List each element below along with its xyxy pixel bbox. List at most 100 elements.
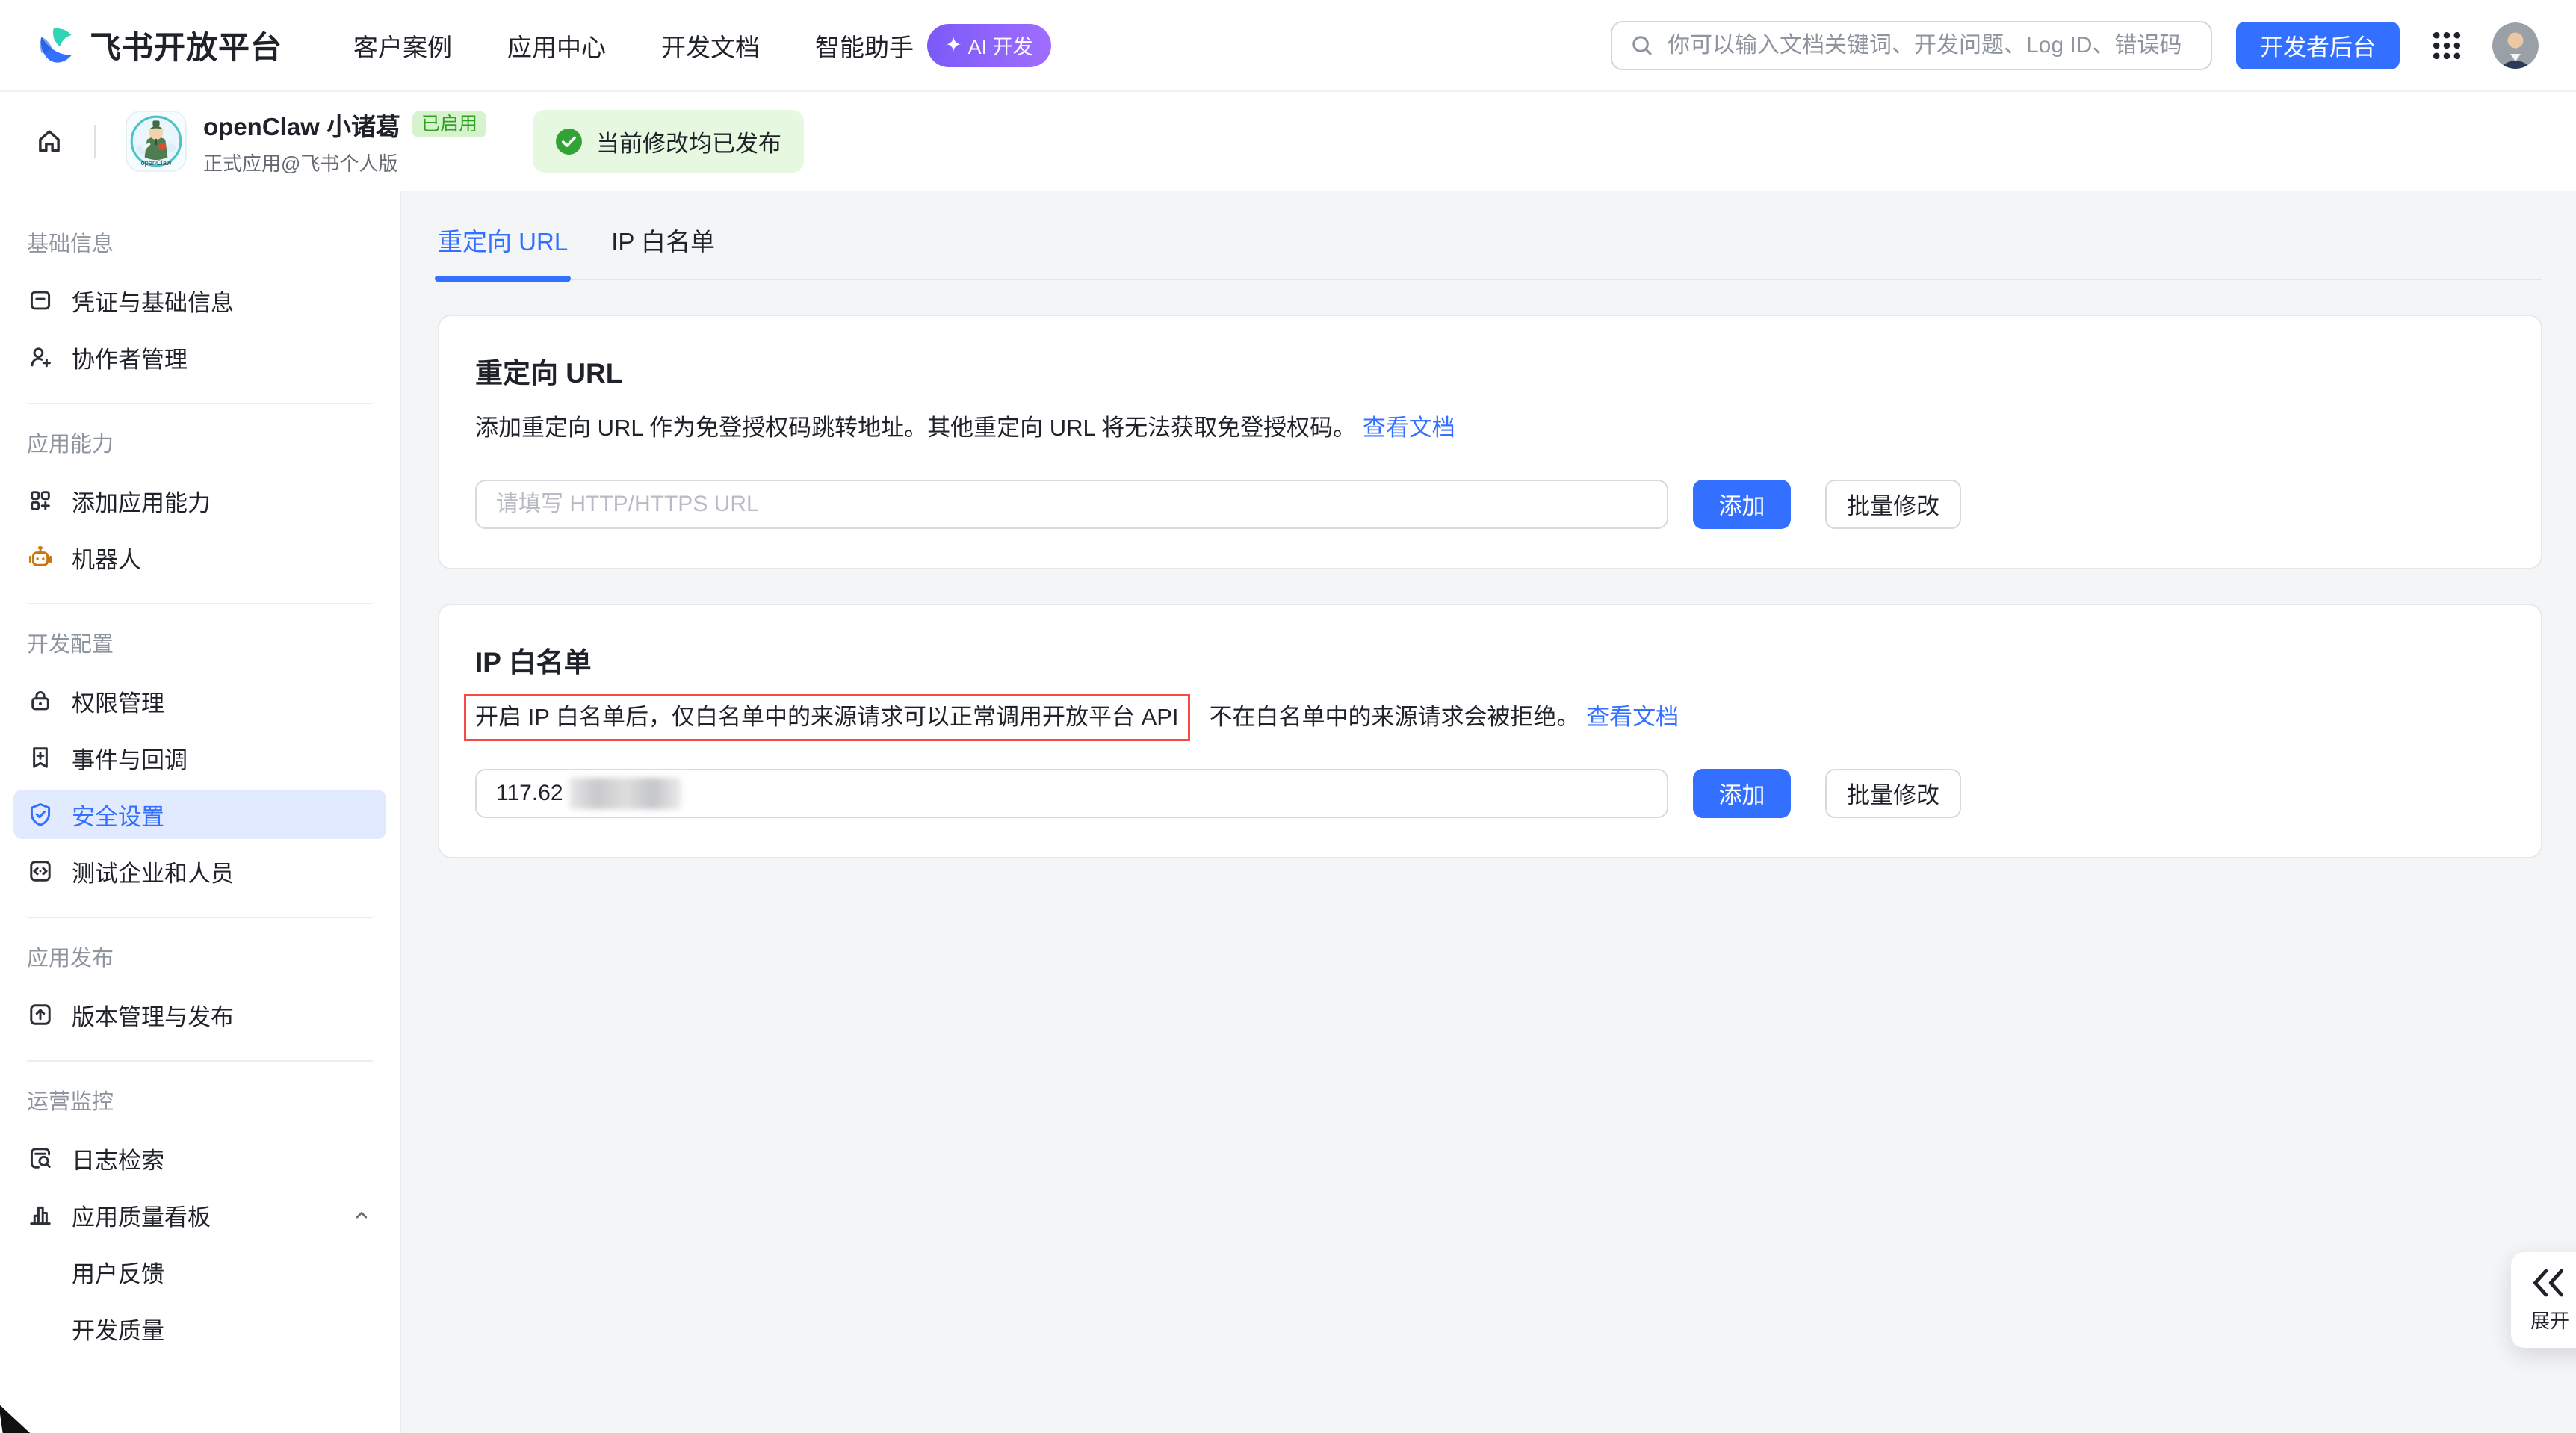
redirect-card-description: 添加重定向 URL 作为免登授权码跳转地址。其他重定向 URL 将无法获取免登授… — [475, 412, 2505, 445]
sidebar-item-log-search[interactable]: 日志检索 — [13, 1133, 386, 1183]
apps-grid-icon[interactable] — [2430, 28, 2464, 63]
person-add-icon — [27, 344, 54, 371]
ip-doc-link[interactable]: 查看文档 — [1586, 704, 1679, 730]
sidebar-item-user-feedback[interactable]: 用户反馈 — [13, 1247, 386, 1296]
sidebar-item-credentials[interactable]: 凭证与基础信息 — [13, 276, 386, 325]
top-nav-links: 客户案例 应用中心 开发文档 智能助手 ✦ AI 开发 — [353, 24, 1051, 67]
app-name: openClaw 小诸葛 — [203, 107, 400, 143]
highlighted-description-red-box: 开启 IP 白名单后，仅白名单中的来源请求可以正常调用开放平台 API — [464, 694, 1190, 741]
sidebar-section-dev-config: 开发配置 — [27, 627, 373, 658]
sidebar-item-label: 机器人 — [72, 541, 141, 575]
global-search[interactable] — [1611, 21, 2212, 70]
sidebar-item-label: 日志检索 — [72, 1142, 164, 1175]
main-content: 重定向 URL IP 白名单 重定向 URL 添加重定向 URL 作为免登授权码… — [401, 191, 2576, 1433]
ip-whitelist-card: IP 白名单 开启 IP 白名单后，仅白名单中的来源请求可以正常调用开放平台 A… — [438, 604, 2542, 858]
sidebar-section-release: 应用发布 — [27, 941, 373, 972]
app-avatar-caption: openClaw — [141, 159, 172, 167]
ip-input-row: 117.62 添加 批量修改 — [475, 769, 2505, 818]
sidebar-item-collaborators[interactable]: 协作者管理 — [13, 332, 386, 382]
sidebar-item-label: 用户反馈 — [72, 1255, 164, 1289]
ip-add-button[interactable]: 添加 — [1693, 769, 1791, 818]
developer-console-button[interactable]: 开发者后台 — [2236, 22, 2400, 69]
ip-batch-edit-button[interactable]: 批量修改 — [1825, 769, 1961, 818]
sidebar-item-label: 添加应用能力 — [72, 484, 211, 518]
upload-square-icon — [27, 1001, 54, 1028]
sidebar-divider — [27, 603, 373, 604]
feishu-logo[interactable]: 飞书开放平台 — [37, 22, 282, 68]
app-subtitle: 正式应用@飞书个人版 — [203, 149, 486, 176]
search-icon — [1629, 32, 1656, 59]
sidebar-item-security-settings[interactable]: 安全设置 — [13, 790, 386, 839]
redirect-description-text: 添加重定向 URL 作为免登授权码跳转地址。其他重定向 URL 将无法获取免登授… — [475, 415, 1356, 441]
sidebar-item-bot[interactable]: 机器人 — [13, 533, 386, 582]
nav-link-ai-assistant[interactable]: 智能助手 — [815, 28, 914, 64]
ip-input-value: 117.62 — [496, 781, 563, 806]
sidebar-divider — [27, 403, 373, 404]
feishu-open-platform-page: 飞书开放平台 客户案例 应用中心 开发文档 智能助手 ✦ AI 开发 开发者 — [0, 0, 2576, 1433]
nav-link-dev-docs[interactable]: 开发文档 — [661, 28, 760, 64]
ip-card-title: IP 白名单 — [475, 640, 2505, 680]
double-chevron-left-icon — [2530, 1267, 2566, 1299]
app-avatar: openClaw — [126, 111, 187, 172]
ai-dev-badge[interactable]: ✦ AI 开发 — [927, 24, 1051, 67]
expand-panel-button[interactable]: 展开 — [2511, 1252, 2576, 1348]
redirect-url-input[interactable] — [475, 480, 1668, 529]
sidebar-item-test-company[interactable]: 测试企业和人员 — [13, 847, 386, 896]
sidebar-item-label: 安全设置 — [72, 798, 164, 832]
sidebar-item-label: 开发质量 — [72, 1312, 164, 1346]
sidebar-item-permissions[interactable]: 权限管理 — [13, 676, 386, 725]
sidebar-item-add-capability[interactable]: 添加应用能力 — [13, 476, 386, 525]
id-card-icon — [27, 287, 54, 314]
tab-redirect-url[interactable]: 重定向 URL — [438, 222, 568, 279]
platform-title: 飞书开放平台 — [90, 22, 282, 68]
top-navigation: 飞书开放平台 客户案例 应用中心 开发文档 智能助手 ✦ AI 开发 开发者 — [0, 0, 2576, 92]
ip-whitelist-input[interactable]: 117.62 — [475, 769, 1668, 818]
home-icon[interactable] — [34, 126, 64, 156]
redacted-ip-blur — [569, 778, 681, 809]
redirect-doc-link[interactable]: 查看文档 — [1363, 415, 1455, 441]
tab-ip-whitelist[interactable]: IP 白名单 — [611, 222, 715, 279]
search-input[interactable] — [1668, 33, 2194, 58]
mouse-cursor — [0, 1399, 46, 1433]
security-tabs: 重定向 URL IP 白名单 — [438, 222, 2542, 280]
redirect-card-title: 重定向 URL — [475, 350, 2505, 391]
sidebar-item-label: 凭证与基础信息 — [72, 284, 234, 318]
app-header: openClaw openClaw 小诸葛 已启用 正式应用@飞书个人版 当前修… — [0, 92, 2576, 191]
nav-link-app-center[interactable]: 应用中心 — [507, 28, 606, 64]
log-search-icon — [27, 1145, 54, 1172]
code-square-icon — [27, 858, 54, 885]
bookmark-plus-icon — [27, 744, 54, 771]
feishu-logo-icon — [37, 26, 76, 65]
sidebar-item-quality-dashboard[interactable]: 应用质量看板 — [13, 1190, 386, 1239]
redirect-url-card: 重定向 URL 添加重定向 URL 作为免登授权码跳转地址。其他重定向 URL … — [438, 315, 2542, 569]
sidebar-item-version-release[interactable]: 版本管理与发布 — [13, 990, 386, 1039]
robot-icon — [27, 544, 54, 571]
ip-card-description: 开启 IP 白名单后，仅白名单中的来源请求可以正常调用开放平台 API不在白名单… — [475, 701, 2505, 734]
sidebar-section-monitoring: 运营监控 — [27, 1084, 373, 1115]
publish-status-pill: 当前修改均已发布 — [533, 110, 804, 173]
sidebar-item-label: 版本管理与发布 — [72, 998, 234, 1032]
sidebar: 基础信息 凭证与基础信息 协作者管理 应用能力 — [0, 191, 401, 1433]
nav-link-customer-cases[interactable]: 客户案例 — [353, 28, 452, 64]
sidebar-item-label: 测试企业和人员 — [72, 855, 234, 888]
sidebar-item-label: 事件与回调 — [72, 741, 188, 775]
sidebar-divider — [27, 1060, 373, 1062]
user-avatar[interactable] — [2492, 22, 2539, 69]
sidebar-divider — [27, 917, 373, 918]
sidebar-section-basic-info: 基础信息 — [27, 226, 373, 258]
check-circle-icon — [555, 128, 583, 155]
sidebar-item-events-callbacks[interactable]: 事件与回调 — [13, 733, 386, 782]
app-info: openClaw 小诸葛 已启用 正式应用@飞书个人版 — [203, 107, 486, 176]
sidebar-item-label: 应用质量看板 — [72, 1198, 211, 1232]
publish-status-text: 当前修改均已发布 — [596, 125, 781, 158]
redirect-add-button[interactable]: 添加 — [1693, 480, 1791, 529]
sparkle-icon: ✦ — [945, 34, 962, 57]
chevron-up-icon[interactable] — [350, 1204, 373, 1226]
sidebar-item-dev-quality[interactable]: 开发质量 — [13, 1304, 386, 1353]
lock-icon — [27, 687, 54, 714]
expand-label: 展开 — [2530, 1306, 2569, 1334]
shield-check-icon — [27, 801, 54, 828]
sidebar-item-label: 协作者管理 — [72, 341, 188, 374]
redirect-batch-edit-button[interactable]: 批量修改 — [1825, 480, 1961, 529]
bar-chart-icon — [27, 1201, 54, 1228]
